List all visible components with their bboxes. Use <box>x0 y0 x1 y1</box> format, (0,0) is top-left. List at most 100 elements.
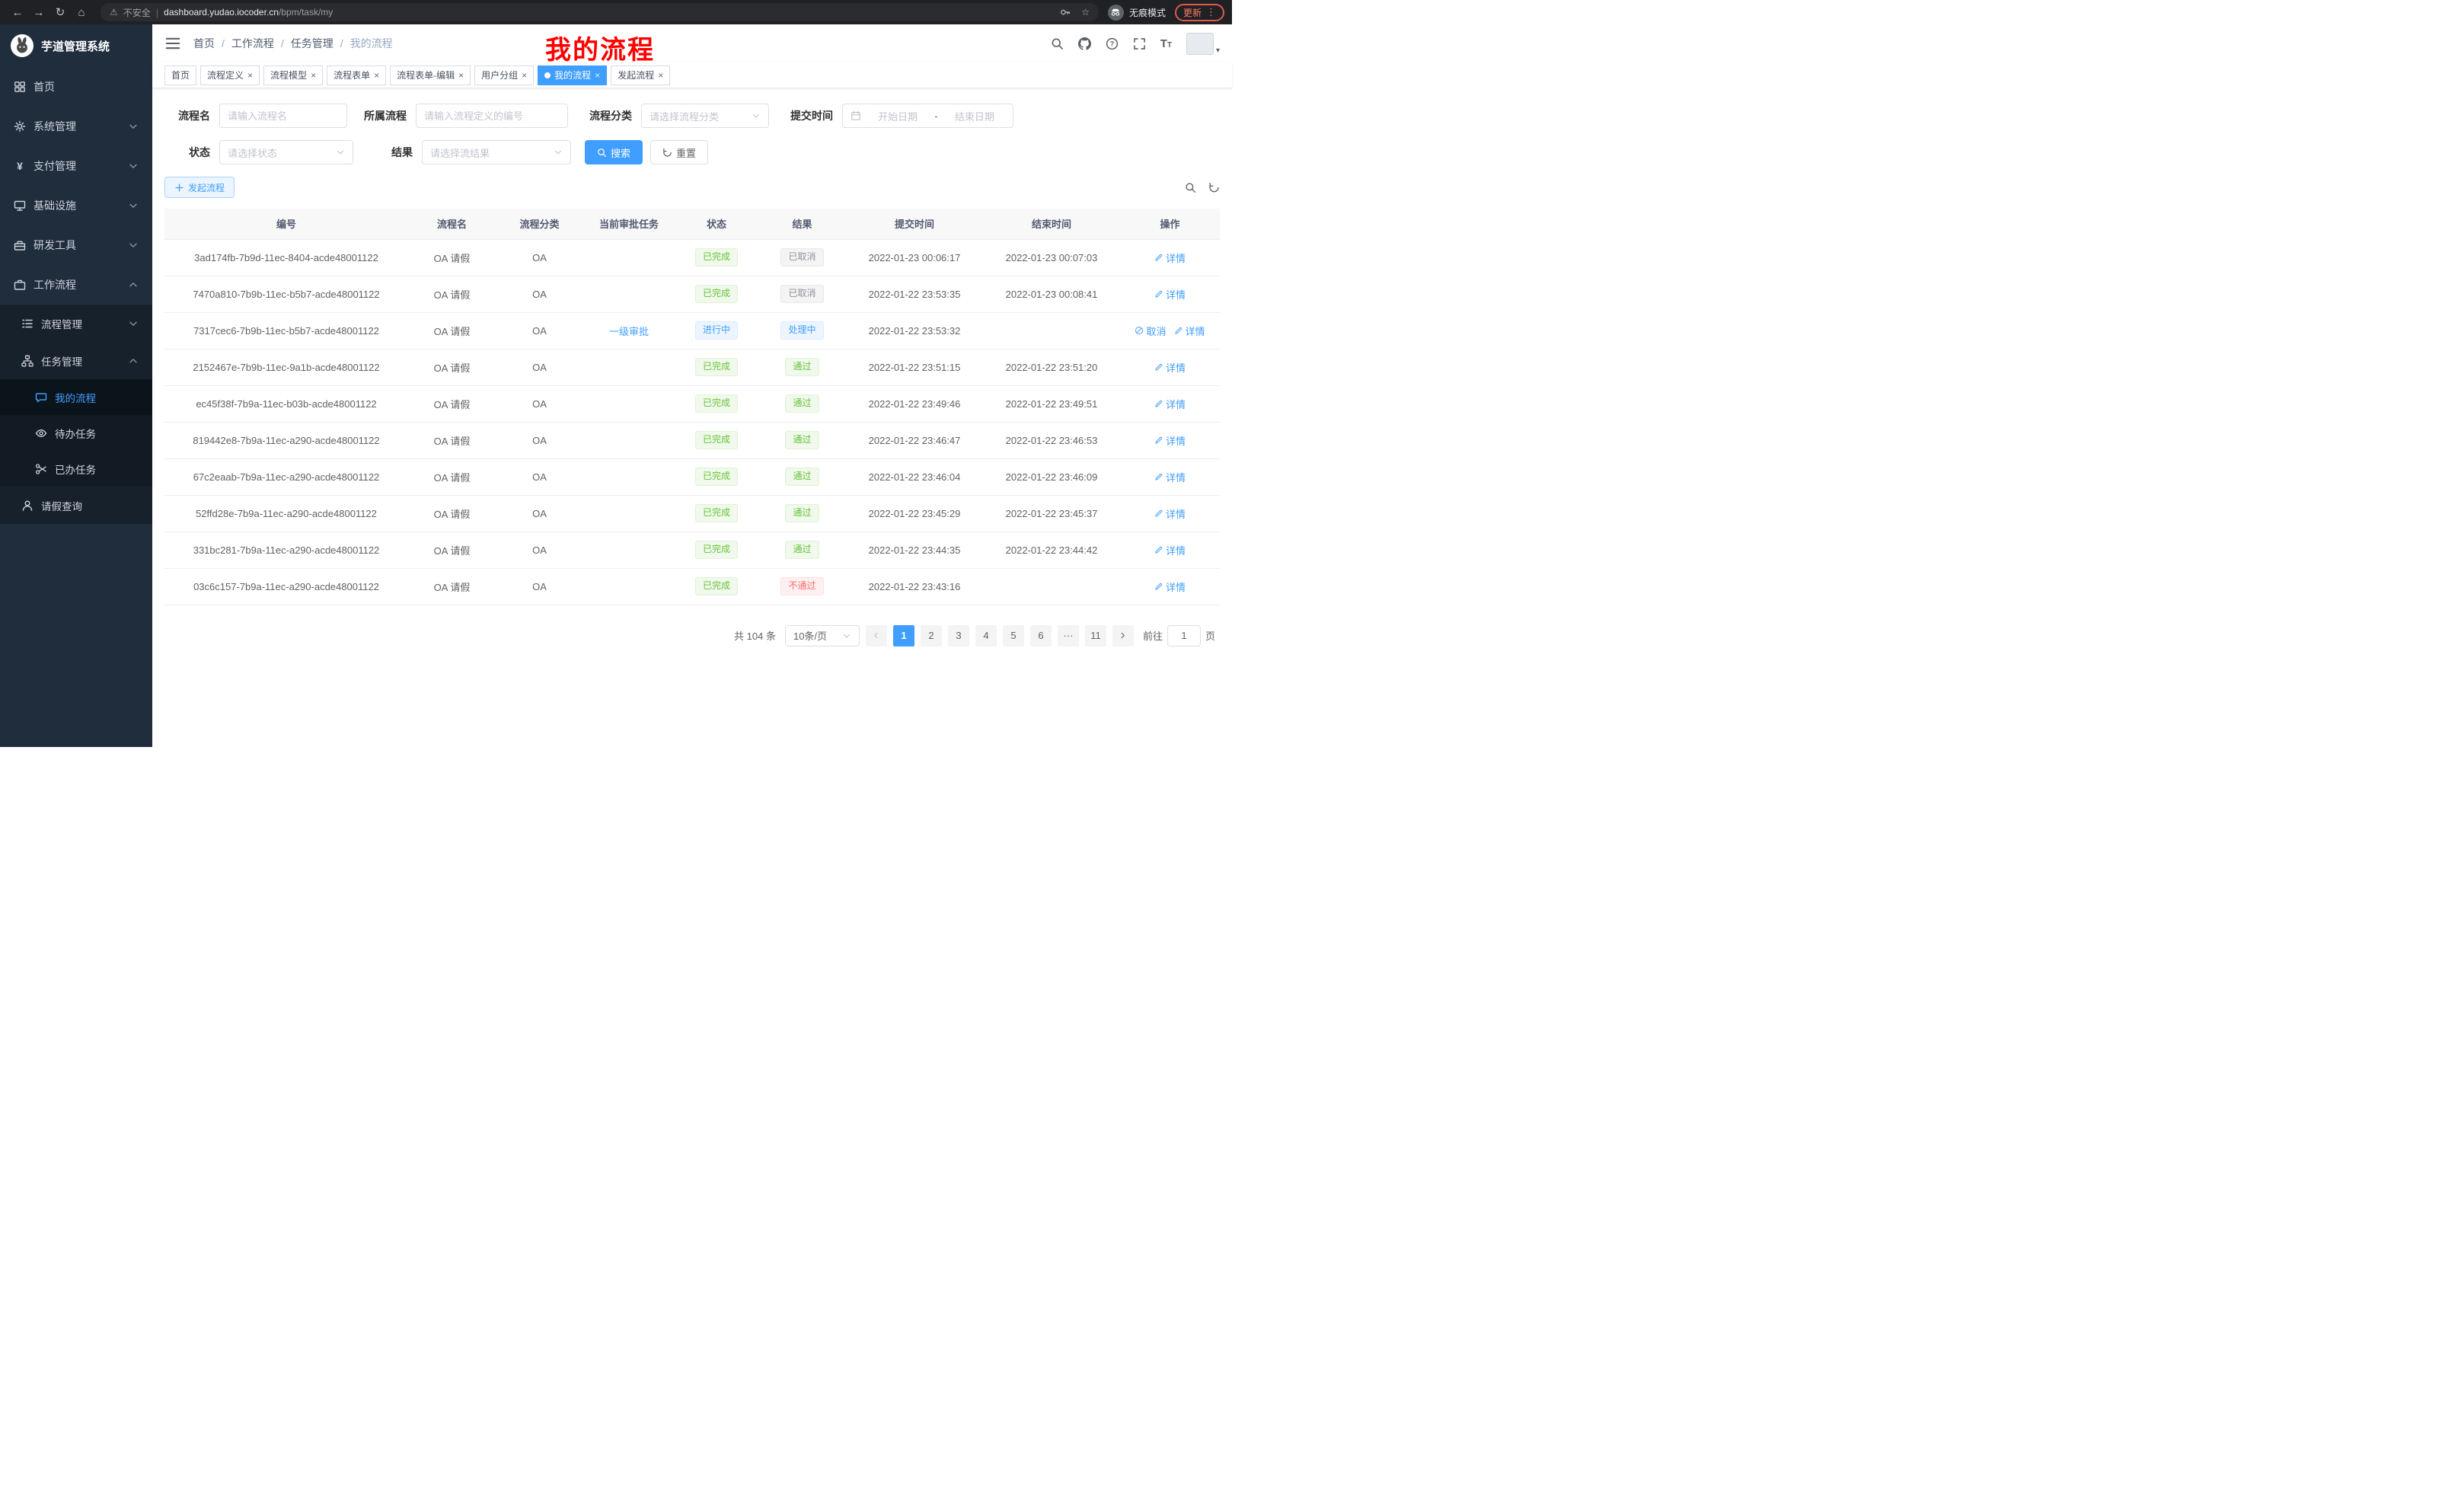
sidebar-item-process-mgmt[interactable]: 流程管理 <box>0 305 152 342</box>
incognito-avatar[interactable] <box>1108 5 1124 21</box>
help-icon[interactable] <box>1106 37 1119 50</box>
page-button-1[interactable]: 1 <box>893 625 914 646</box>
detail-link[interactable]: 详情 <box>1154 543 1186 557</box>
breadcrumb-home[interactable]: 首页 <box>193 36 215 51</box>
tab-process-model[interactable]: 流程模型× <box>263 65 323 85</box>
goto-page-input[interactable] <box>1167 625 1201 646</box>
page-button-3[interactable]: 3 <box>948 625 969 646</box>
tab-start-process[interactable]: 发起流程× <box>611 65 670 85</box>
close-icon[interactable]: × <box>374 71 379 80</box>
detail-link[interactable]: 详情 <box>1154 506 1186 521</box>
page-size-select[interactable]: 10条/页 <box>785 625 860 646</box>
tab-process-definition[interactable]: 流程定义× <box>200 65 260 85</box>
result-select[interactable]: 请选择流结果 <box>422 140 571 164</box>
cell-name: OA 请假 <box>408 532 496 568</box>
font-size-icon[interactable]: TT <box>1160 37 1172 50</box>
search-toggle-icon[interactable] <box>1185 182 1196 193</box>
close-icon[interactable]: × <box>247 71 253 80</box>
page-button-11[interactable]: 11 <box>1085 625 1106 646</box>
page-button-5[interactable]: 5 <box>1003 625 1024 646</box>
end-date-placeholder[interactable]: 结束日期 <box>944 109 1005 123</box>
start-date-placeholder[interactable]: 开始日期 <box>867 109 928 123</box>
tab-my-process[interactable]: 我的流程× <box>538 65 607 85</box>
cell-task <box>583 532 675 568</box>
header-result: 结果 <box>758 209 846 239</box>
sidebar-item-task-mgmt[interactable]: 任务管理 <box>0 342 152 379</box>
result-badge: 不通过 <box>780 577 823 595</box>
status-select[interactable]: 请选择状态 <box>219 140 353 164</box>
page-button-4[interactable]: 4 <box>975 625 997 646</box>
category-select[interactable]: 请选择流程分类 <box>641 104 769 128</box>
detail-link[interactable]: 详情 <box>1154 251 1186 265</box>
cancel-link[interactable]: 取消 <box>1135 324 1166 338</box>
search-icon[interactable] <box>1051 37 1064 50</box>
sidebar-item-payment[interactable]: ¥ 支付管理 <box>0 146 152 186</box>
detail-link[interactable]: 详情 <box>1154 470 1186 484</box>
close-icon[interactable]: × <box>658 71 663 80</box>
header-submit-time: 提交时间 <box>846 209 983 239</box>
sidebar-item-my-process[interactable]: 我的流程 <box>0 379 152 415</box>
caret-down-icon: ▾ <box>1216 46 1220 55</box>
cell-submit-time: 2022-01-22 23:44:35 <box>846 532 983 568</box>
page-button-2[interactable]: 2 <box>921 625 942 646</box>
search-button[interactable]: 搜索 <box>585 140 643 164</box>
detail-link[interactable]: 详情 <box>1154 397 1186 411</box>
breadcrumb-task-mgmt[interactable]: 任务管理 <box>291 36 334 51</box>
detail-link[interactable]: 详情 <box>1154 579 1186 594</box>
bookmark-star-icon[interactable]: ☆ <box>1081 7 1090 18</box>
user-menu[interactable]: ▾ <box>1186 33 1220 55</box>
detail-link[interactable]: 详情 <box>1154 360 1186 375</box>
sidebar-item-infra[interactable]: 基础设施 <box>0 186 152 225</box>
tab-home[interactable]: 首页 <box>164 65 196 85</box>
sidebar-item-leave-query[interactable]: 请假查询 <box>0 487 152 524</box>
fullscreen-icon[interactable] <box>1133 37 1146 50</box>
tab-process-form[interactable]: 流程表单× <box>327 65 386 85</box>
sidebar-item-system[interactable]: 系统管理 <box>0 107 152 146</box>
prev-page-button[interactable] <box>866 625 887 646</box>
detail-link[interactable]: 详情 <box>1154 433 1186 448</box>
sidebar-item-workflow[interactable]: 工作流程 <box>0 265 152 305</box>
github-icon[interactable] <box>1078 37 1091 50</box>
forward-button[interactable]: → <box>29 3 49 21</box>
sidebar-item-devtools[interactable]: 研发工具 <box>0 225 152 265</box>
start-process-button[interactable]: 发起流程 <box>164 177 235 198</box>
browser-chrome: ← → ↻ ⌂ ⚠ 不安全 | dashboard.yudao.iocoder.… <box>0 0 1232 24</box>
sidebar-item-todo-tasks[interactable]: 待办任务 <box>0 415 152 451</box>
date-range-picker[interactable]: 开始日期 - 结束日期 <box>842 104 1013 128</box>
process-input[interactable] <box>424 110 560 122</box>
menu-fold-icon[interactable] <box>164 35 181 52</box>
cell-end-time: 2022-01-22 23:51:20 <box>983 349 1120 385</box>
name-input[interactable] <box>228 110 339 122</box>
sidebar-item-home[interactable]: 首页 <box>0 67 152 107</box>
tab-user-group[interactable]: 用户分组× <box>474 65 534 85</box>
browser-menu-icon[interactable]: ⋮ <box>1206 6 1216 18</box>
page-button-6[interactable]: 6 <box>1030 625 1052 646</box>
tab-process-form-edit[interactable]: 流程表单-编辑× <box>390 65 471 85</box>
close-icon[interactable]: × <box>311 71 316 80</box>
breadcrumb-workflow[interactable]: 工作流程 <box>231 36 274 51</box>
edit-icon <box>1154 399 1163 408</box>
table-row: 7470a810-7b9b-11ec-b5b7-acde48001122 OA … <box>164 276 1220 312</box>
app-logo-row[interactable]: 芋道管理系统 <box>0 24 152 67</box>
next-page-button[interactable] <box>1112 625 1134 646</box>
reset-button[interactable]: 重置 <box>650 140 708 164</box>
breadcrumb-separator: / <box>222 37 225 49</box>
sidebar-item-done-tasks[interactable]: 已办任务 <box>0 451 152 487</box>
address-bar[interactable]: ⚠ 不安全 | dashboard.yudao.iocoder.cn/bpm/t… <box>101 3 1099 21</box>
security-label[interactable]: 不安全 <box>123 6 151 19</box>
close-icon[interactable]: × <box>458 71 464 80</box>
refresh-icon[interactable] <box>1208 182 1220 193</box>
back-button[interactable]: ← <box>8 3 27 21</box>
status-badge: 已完成 <box>695 468 738 486</box>
detail-link[interactable]: 详情 <box>1154 287 1186 302</box>
reload-button[interactable]: ↻ <box>50 3 70 21</box>
key-icon[interactable] <box>1060 7 1071 18</box>
close-icon[interactable]: × <box>595 71 600 80</box>
page-ellipsis[interactable]: ··· <box>1058 625 1079 646</box>
detail-link[interactable]: 详情 <box>1174 324 1205 338</box>
chrome-update-button[interactable]: 更新 ⋮ <box>1175 4 1224 21</box>
sidebar-item-label: 支付管理 <box>34 158 76 174</box>
close-icon[interactable]: × <box>522 71 527 80</box>
task-link[interactable]: 一级审批 <box>609 324 649 338</box>
home-button[interactable]: ⌂ <box>72 3 91 21</box>
